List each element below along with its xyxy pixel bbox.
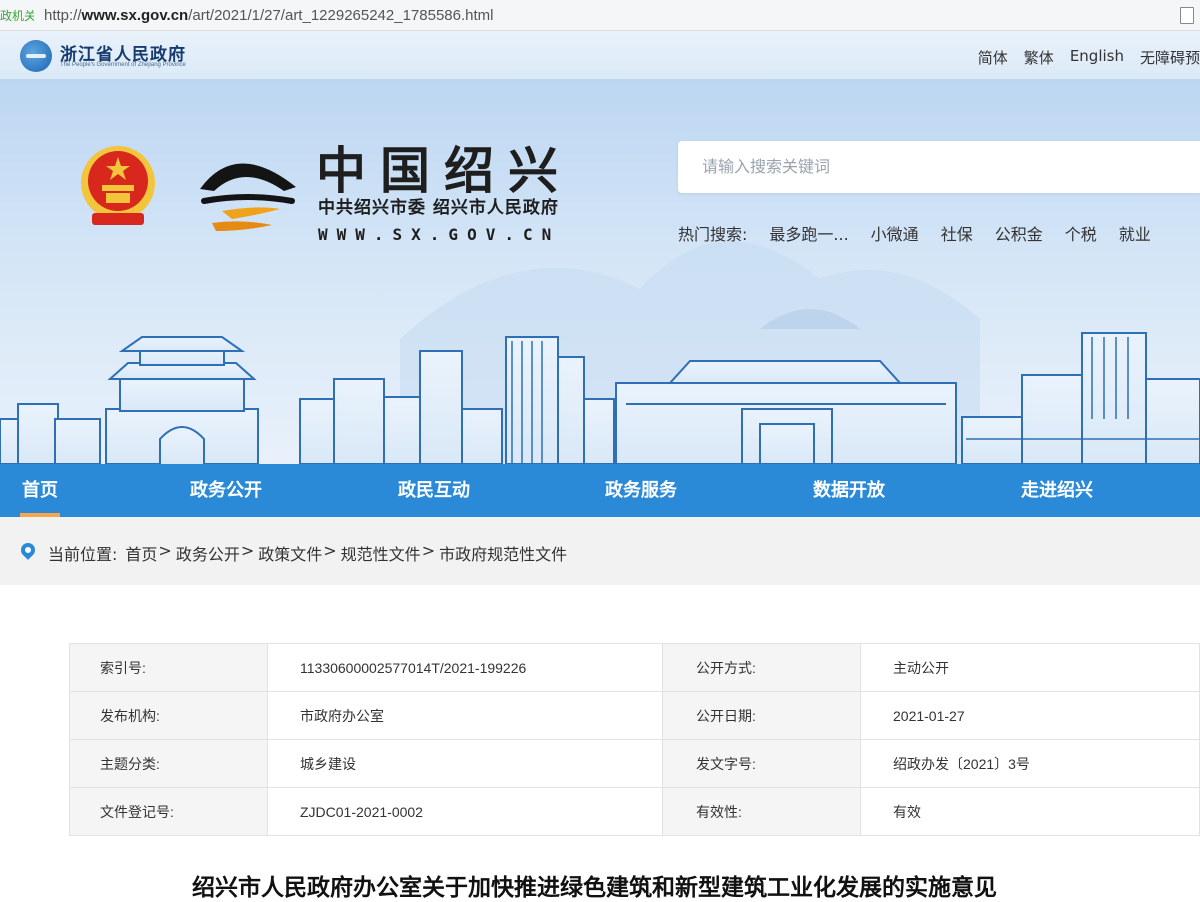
breadcrumb-separator: > xyxy=(421,541,436,560)
lang-accessibility[interactable]: 无障碍预 xyxy=(1140,47,1200,68)
info-key: 索引号: xyxy=(69,643,268,692)
site-banner: 中国绍兴 中共绍兴市委 绍兴市人民政府 WWW.SX.GOV.CN 热门搜索: … xyxy=(0,79,1200,464)
browser-address-bar[interactable]: 政机关 http://www.sx.gov.cn/art/2021/1/27/a… xyxy=(0,0,1200,31)
info-key: 有效性: xyxy=(662,787,861,836)
document-title: 绍兴市人民政府办公室关于加快推进绿色建筑和新型建筑工业化发展的实施意见 xyxy=(192,875,997,901)
info-value: 11330600002577014T/2021-199226 xyxy=(267,643,663,692)
url-prefix: http:// xyxy=(44,6,82,24)
breadcrumb-normative[interactable]: 规范性文件 xyxy=(341,541,421,565)
breadcrumb-separator: > xyxy=(240,541,255,560)
breadcrumb-affairs[interactable]: 政务公开 xyxy=(176,541,240,565)
table-row: 索引号: 11330600002577014T/2021-199226 公开方式… xyxy=(69,643,1200,692)
nav-open-data[interactable]: 数据开放 xyxy=(813,464,885,517)
search-input[interactable] xyxy=(678,141,1184,195)
info-value: 市政府办公室 xyxy=(267,691,663,740)
info-key: 发文字号: xyxy=(662,739,861,788)
lang-english[interactable]: English xyxy=(1070,47,1124,68)
breadcrumb-label: 当前位置: xyxy=(48,545,118,564)
breadcrumb-home[interactable]: 首页 xyxy=(125,541,157,565)
info-value: ZJDC01-2021-0002 xyxy=(267,787,663,836)
lang-simplified[interactable]: 简体 xyxy=(978,47,1008,68)
hot-term-xiaoweitong[interactable]: 小微通 xyxy=(871,221,919,245)
site-subtitle: 中共绍兴市委 绍兴市人民政府 xyxy=(318,198,559,218)
hot-term-geshui[interactable]: 个税 xyxy=(1065,221,1097,245)
info-key: 发布机构: xyxy=(69,691,268,740)
address-left-fragment: 政机关 xyxy=(0,8,34,23)
zhejiang-logo-icon[interactable] xyxy=(20,40,52,72)
info-value: 2021-01-27 xyxy=(860,691,1200,740)
skyline-illustration xyxy=(0,241,1200,464)
province-subtitle: The People's Government of Zhejiang Prov… xyxy=(60,62,186,68)
breadcrumb-policy[interactable]: 政策文件 xyxy=(258,541,322,565)
document-info-table: 索引号: 11330600002577014T/2021-199226 公开方式… xyxy=(69,643,1200,836)
province-top-bar: 浙江省人民政府 The People's Government of Zheji… xyxy=(0,31,1200,79)
url-path: /art/2021/1/27/art_1229265242_1785586.ht… xyxy=(188,6,494,24)
hot-search: 热门搜索: 最多跑一... 小微通 社保 公积金 个税 就业 xyxy=(678,221,1151,245)
national-emblem-icon xyxy=(81,146,155,225)
info-key: 文件登记号: xyxy=(69,787,268,836)
nav-services[interactable]: 政务服务 xyxy=(605,464,677,517)
breadcrumb-bar: 当前位置: 首页 > 政务公开 > 政策文件 > 规范性文件 > 市政府规范性文件 xyxy=(0,517,1200,585)
info-key: 公开方式: xyxy=(662,643,861,692)
breadcrumb: 当前位置: 首页 > 政务公开 > 政策文件 > 规范性文件 > 市政府规范性文件 xyxy=(48,541,567,565)
hot-search-label: 热门搜索: xyxy=(678,225,748,244)
hot-term-zuiduopao[interactable]: 最多跑一... xyxy=(769,221,848,245)
main-nav: 首页 政务公开 政民互动 政务服务 数据开放 走进绍兴 xyxy=(0,464,1200,517)
nav-about-shaoxing[interactable]: 走进绍兴 xyxy=(1021,464,1093,517)
table-row: 文件登记号: ZJDC01-2021-0002 有效性: 有效 xyxy=(69,787,1200,836)
url-domain: www.sx.gov.cn xyxy=(81,6,189,24)
hot-term-jiuye[interactable]: 就业 xyxy=(1119,221,1151,245)
nav-home[interactable]: 首页 xyxy=(20,464,60,517)
lang-traditional[interactable]: 繁体 xyxy=(1024,47,1054,68)
info-value: 绍政办发〔2021〕3号 xyxy=(860,739,1200,788)
breadcrumb-separator: > xyxy=(158,541,172,560)
info-key: 公开日期: xyxy=(662,691,861,740)
language-links: 简体 繁体 English 无障碍预 xyxy=(978,47,1200,68)
nav-interaction[interactable]: 政民互动 xyxy=(398,464,470,517)
site-url: WWW.SX.GOV.CN xyxy=(318,225,561,244)
page-document-icon xyxy=(1180,7,1194,24)
breadcrumb-separator: > xyxy=(323,541,337,560)
table-row: 发布机构: 市政府办公室 公开日期: 2021-01-27 xyxy=(69,691,1200,740)
info-value: 有效 xyxy=(860,787,1200,836)
info-value: 城乡建设 xyxy=(267,739,663,788)
address-url[interactable]: http://www.sx.gov.cn/art/2021/1/27/art_1… xyxy=(44,7,494,24)
shaoxing-logo-icon xyxy=(200,163,296,231)
hot-term-gongjijin[interactable]: 公积金 xyxy=(995,221,1043,245)
info-key: 主题分类: xyxy=(69,739,268,788)
breadcrumb-city-normative[interactable]: 市政府规范性文件 xyxy=(439,541,567,565)
search-box[interactable] xyxy=(678,141,1200,195)
table-row: 主题分类: 城乡建设 发文字号: 绍政办发〔2021〕3号 xyxy=(69,739,1200,788)
info-value: 主动公开 xyxy=(860,643,1200,692)
location-pin-icon xyxy=(18,540,38,560)
nav-government-affairs[interactable]: 政务公开 xyxy=(190,464,262,517)
hot-term-shebao[interactable]: 社保 xyxy=(941,221,973,245)
